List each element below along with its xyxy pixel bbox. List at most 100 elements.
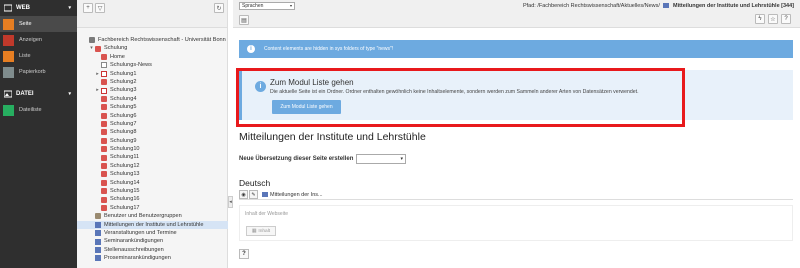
tree-node[interactable]: Schulung2 bbox=[77, 78, 228, 86]
module-item[interactable]: Liste bbox=[0, 48, 77, 64]
page-icon[interactable] bbox=[101, 62, 107, 69]
page-icon[interactable] bbox=[95, 230, 101, 237]
tree-node[interactable]: Schulung14 bbox=[77, 179, 228, 187]
tree-node-label[interactable]: Schulung11 bbox=[110, 153, 139, 161]
tree-node-label[interactable]: Schulung12 bbox=[110, 162, 140, 170]
tree-node-label[interactable]: Home bbox=[110, 53, 125, 61]
tree-node[interactable]: ▸ Schulung3 bbox=[77, 86, 228, 94]
tree-node-label[interactable]: Schulung bbox=[104, 44, 127, 52]
tree-node[interactable]: ▾ Schulung bbox=[77, 44, 228, 52]
tree-node[interactable]: Schulung15 bbox=[77, 187, 228, 195]
go-to-list-button[interactable]: Zum Modul Liste gehen bbox=[272, 100, 341, 114]
tree-node-label[interactable]: Schulung3 bbox=[110, 86, 136, 94]
tree-node[interactable]: Schulung10 bbox=[77, 145, 228, 153]
tree-node-label[interactable]: Mitteilungen der Institute und Lehrstühl… bbox=[104, 221, 204, 229]
tree-node[interactable]: ▸ Schulung1 bbox=[77, 70, 228, 78]
tree-node[interactable]: Seminarankündigungen bbox=[77, 237, 228, 245]
expand-toggle-icon[interactable]: ▸ bbox=[95, 70, 100, 78]
page-icon[interactable] bbox=[95, 221, 101, 228]
tree-node-label[interactable]: Schulung6 bbox=[110, 112, 136, 120]
page-icon[interactable] bbox=[101, 188, 107, 195]
page-icon[interactable] bbox=[101, 112, 107, 119]
page-icon[interactable] bbox=[101, 87, 107, 94]
page-icon[interactable] bbox=[101, 146, 107, 153]
tree-node[interactable]: Schulung7 bbox=[77, 120, 228, 128]
tree-node-label[interactable]: Schulung13 bbox=[110, 170, 140, 178]
tree-node[interactable]: Fachbereich Rechtswissenschaft - Univers… bbox=[77, 36, 228, 44]
tree-node-label[interactable]: Stellenausschreibungen bbox=[104, 246, 164, 254]
tree-node-label[interactable]: Veranstaltungen und Termine bbox=[104, 229, 177, 237]
module-item[interactable]: Dateiliste bbox=[0, 102, 77, 118]
tree-node-label[interactable]: Schulung2 bbox=[110, 78, 136, 86]
tree-node[interactable]: Mitteilungen der Institute und Lehrstühl… bbox=[77, 220, 228, 229]
tree-node[interactable]: Benutzer und Benutzergruppen bbox=[77, 212, 228, 220]
tree-node-label[interactable]: Schulung9 bbox=[110, 137, 136, 145]
tree-node[interactable]: Stellenausschreibungen bbox=[77, 246, 228, 254]
module-item[interactable]: Anzeigen bbox=[0, 32, 77, 48]
tree-node-label[interactable]: Schulung7 bbox=[110, 120, 136, 128]
tree-node[interactable]: Schulungs-News bbox=[77, 61, 228, 69]
tree-node[interactable]: Schulung17 bbox=[77, 204, 228, 212]
new-page-icon[interactable]: + bbox=[83, 3, 93, 13]
tree-node-label[interactable]: Schulung4 bbox=[110, 95, 136, 103]
tree-node[interactable]: Schulung12 bbox=[77, 162, 228, 170]
tree-node[interactable]: Schulung4 bbox=[77, 95, 228, 103]
page-icon[interactable] bbox=[101, 129, 107, 136]
page-icon[interactable] bbox=[89, 37, 95, 44]
tree-node-label[interactable]: Schulung14 bbox=[110, 179, 140, 187]
tree-node[interactable]: Schulung11 bbox=[77, 153, 228, 161]
page-icon[interactable] bbox=[101, 53, 107, 60]
page-icon[interactable] bbox=[101, 95, 107, 102]
tree-node-label[interactable]: Proseminarankündigungen bbox=[104, 254, 171, 262]
tree-node-label[interactable]: Benutzer und Benutzergruppen bbox=[104, 212, 182, 220]
translation-select[interactable]: ▾ bbox=[356, 154, 406, 164]
tree-node-label[interactable]: Schulung15 bbox=[110, 187, 140, 195]
view-columns-icon[interactable]: ▤ bbox=[239, 15, 249, 25]
eye-icon[interactable]: ◉ bbox=[239, 190, 248, 199]
tree-node[interactable]: Schulung13 bbox=[77, 170, 228, 178]
page-icon[interactable] bbox=[101, 205, 107, 211]
tree-node-label[interactable]: Schulung10 bbox=[110, 145, 140, 153]
page-icon[interactable] bbox=[95, 213, 101, 220]
tree-node-label[interactable]: Schulung17 bbox=[110, 204, 140, 212]
tree-node[interactable]: Proseminarankündigungen bbox=[77, 254, 228, 262]
tree-node-label[interactable]: Fachbereich Rechtswissenschaft - Univers… bbox=[98, 36, 226, 44]
tree-node[interactable]: Home bbox=[77, 53, 228, 61]
tree-node[interactable]: Schulung6 bbox=[77, 112, 228, 120]
tree-node[interactable]: Schulung9 bbox=[77, 137, 228, 145]
page-icon[interactable] bbox=[101, 179, 107, 186]
content-element-title[interactable]: Mitteilungen der Ins... bbox=[262, 192, 323, 198]
tree-node-label[interactable]: Schulung5 bbox=[110, 103, 136, 111]
tree-node-label[interactable]: Schulung16 bbox=[110, 195, 140, 203]
page-icon[interactable] bbox=[101, 70, 107, 77]
refresh-icon[interactable]: ↻ bbox=[214, 3, 224, 13]
bookmark-star-icon[interactable]: ☆ bbox=[768, 14, 778, 24]
tree-node[interactable]: Schulung5 bbox=[77, 103, 228, 111]
page-icon[interactable] bbox=[101, 79, 107, 86]
module-group-web[interactable]: WEB ▾ bbox=[0, 0, 77, 16]
tree-node-label[interactable]: Schulungs-News bbox=[110, 61, 152, 69]
filter-icon[interactable]: ▽ bbox=[95, 3, 105, 13]
expand-toggle-icon[interactable]: ▾ bbox=[89, 44, 94, 52]
tree-node-label[interactable]: Schulung8 bbox=[110, 128, 136, 136]
edit-pencil-icon[interactable]: ✎ bbox=[249, 190, 258, 199]
page-icon[interactable] bbox=[101, 137, 107, 144]
expand-toggle-icon[interactable]: ▸ bbox=[95, 86, 100, 94]
page-icon[interactable] bbox=[101, 154, 107, 161]
page-icon[interactable] bbox=[95, 238, 101, 245]
shortcut-icon[interactable]: ϟ bbox=[755, 14, 765, 24]
language-select[interactable]: Sprachen ▾ bbox=[239, 2, 295, 10]
tree-node-label[interactable]: Seminarankündigungen bbox=[104, 237, 163, 245]
tree-node-label[interactable]: Schulung1 bbox=[110, 70, 136, 78]
tree-node[interactable]: Schulung16 bbox=[77, 195, 228, 203]
page-icon[interactable] bbox=[101, 121, 107, 128]
page-icon[interactable] bbox=[95, 255, 101, 262]
page-icon[interactable] bbox=[101, 196, 107, 203]
page-icon[interactable] bbox=[95, 246, 101, 253]
page-icon[interactable] bbox=[95, 45, 101, 52]
tree-node[interactable]: Schulung8 bbox=[77, 128, 228, 136]
page-icon[interactable] bbox=[101, 104, 107, 111]
module-item[interactable]: Papierkorb bbox=[0, 64, 77, 80]
tree-node[interactable]: Veranstaltungen und Termine bbox=[77, 229, 228, 237]
new-content-button[interactable]: ▦ Inhalt bbox=[246, 226, 276, 236]
